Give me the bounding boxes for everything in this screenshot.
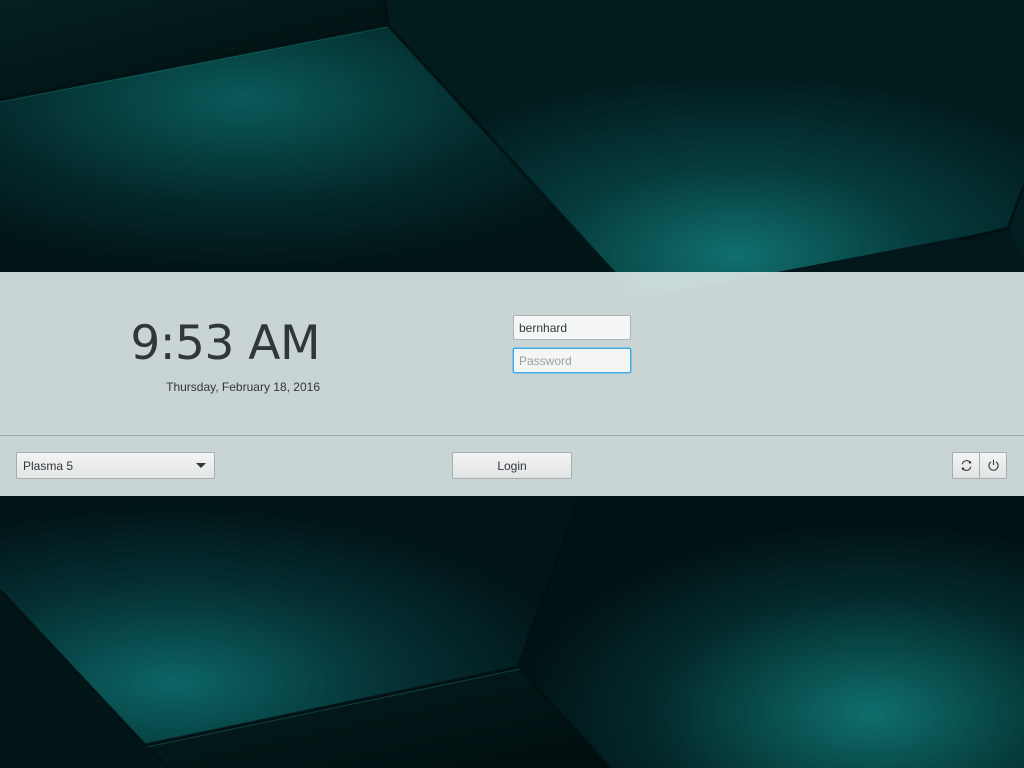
username-field[interactable] bbox=[513, 315, 631, 340]
login-screen: 9:53 AM Thursday, February 18, 2016 Plas… bbox=[0, 0, 1024, 768]
panel-divider bbox=[0, 435, 1024, 436]
shutdown-icon bbox=[988, 459, 999, 471]
chevron-down-icon bbox=[196, 463, 206, 468]
password-field[interactable] bbox=[513, 348, 631, 373]
reboot-button[interactable] bbox=[952, 452, 980, 479]
shutdown-button[interactable] bbox=[979, 452, 1007, 479]
login-button[interactable]: Login bbox=[452, 452, 572, 479]
clock-time: 9:53 AM bbox=[130, 316, 320, 371]
session-select[interactable]: Plasma 5 bbox=[16, 452, 215, 479]
session-select-label: Plasma 5 bbox=[23, 459, 74, 473]
reboot-icon bbox=[961, 460, 972, 471]
login-panel: 9:53 AM Thursday, February 18, 2016 Plas… bbox=[0, 272, 1024, 496]
clock-date: Thursday, February 18, 2016 bbox=[166, 380, 320, 394]
